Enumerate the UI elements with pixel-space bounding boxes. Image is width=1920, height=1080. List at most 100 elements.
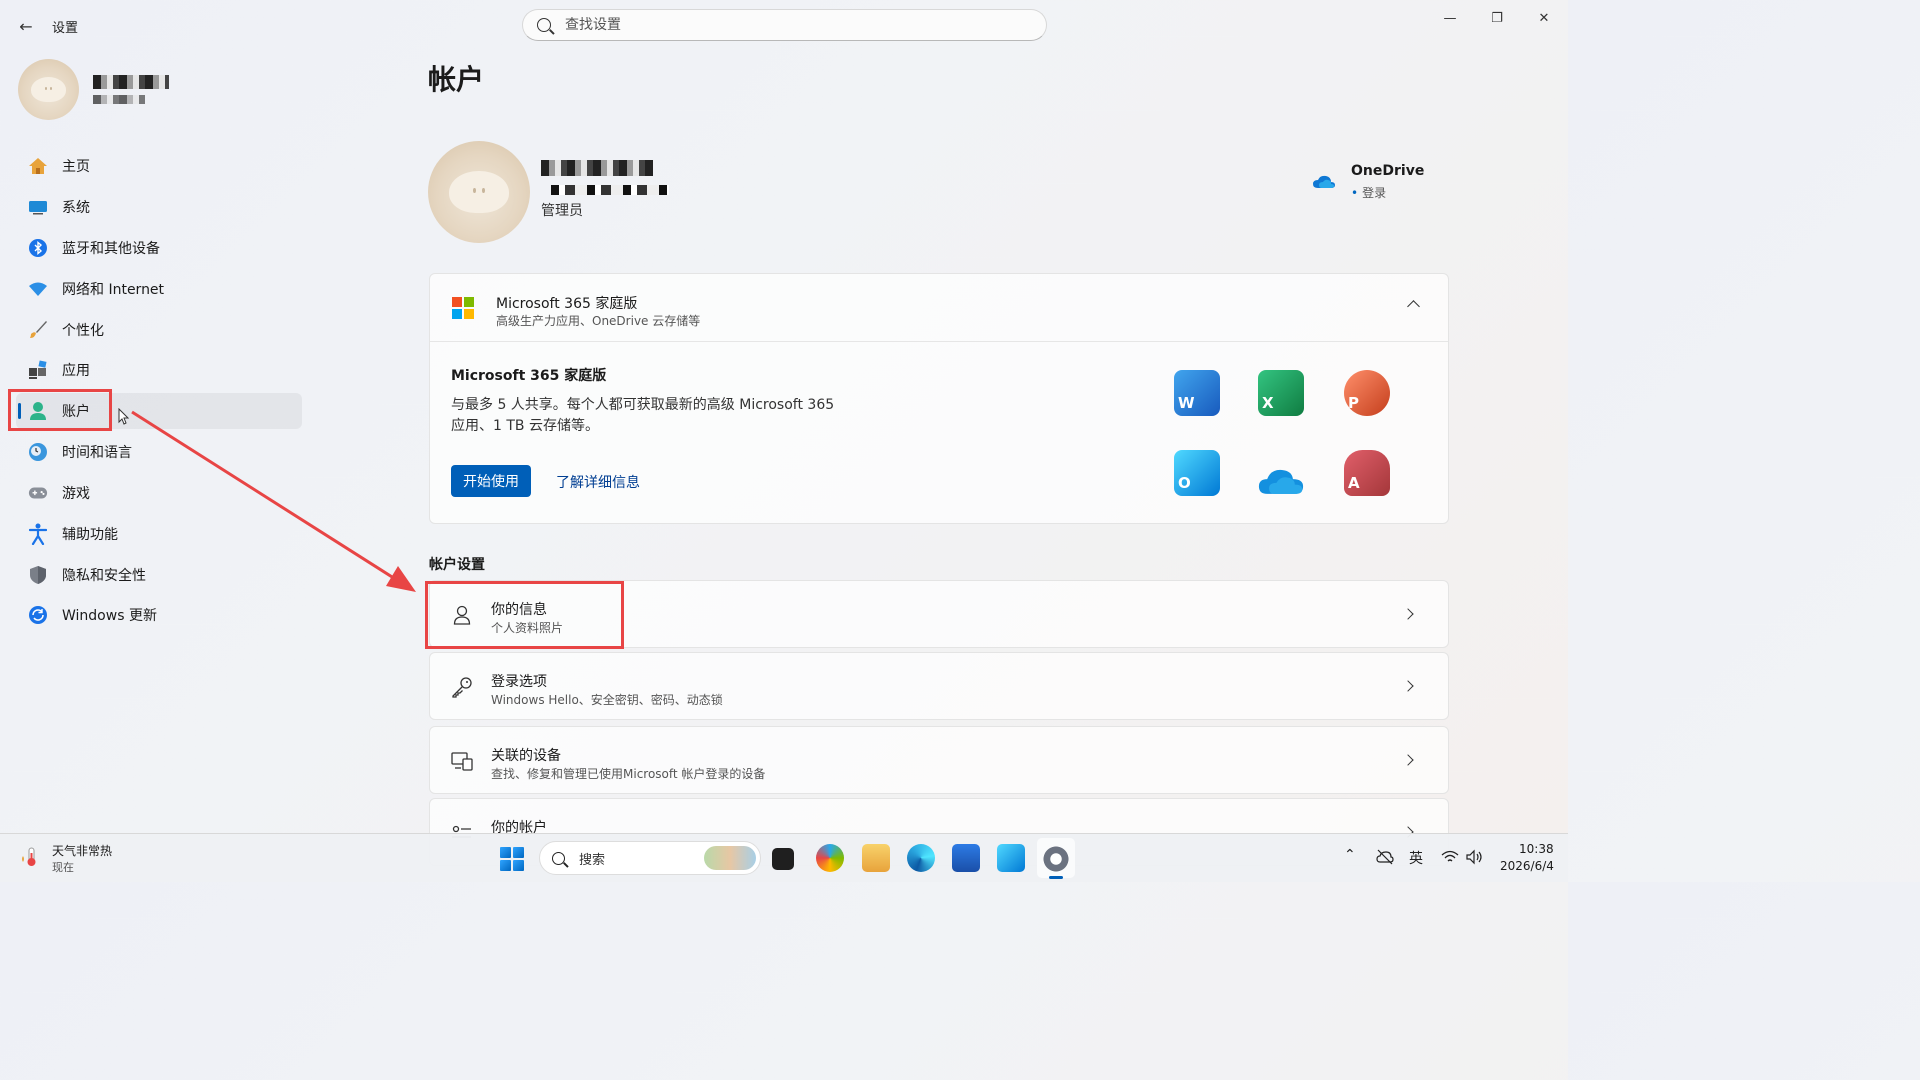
outlook-icon: O [1174, 450, 1220, 496]
sidebar-item-label: 隐私和安全性 [62, 568, 146, 584]
row-subtitle: 查找、修复和管理已使用Microsoft 帐户登录的设备 [491, 767, 766, 781]
sidebar-email-redacted [93, 95, 145, 104]
account-avatar[interactable] [428, 141, 530, 243]
minimize-button[interactable]: — [1430, 8, 1470, 28]
active-app-indicator [1049, 876, 1063, 879]
chevron-right-icon [1402, 680, 1414, 692]
sidebar-item-label: 时间和语言 [62, 445, 132, 461]
sidebar-item-label: 网络和 Internet [62, 282, 165, 298]
row-title: 关联的设备 [491, 748, 561, 764]
page-title: 帐户 [428, 63, 485, 96]
taskbar: 天气非常热 现在 搜索 ⌃ 英 10:38 2026/6/4 [0, 833, 1568, 882]
sidebar-item-system[interactable]: 系统 [16, 189, 302, 225]
monitor-icon [28, 197, 48, 217]
settings-gear-icon [1042, 845, 1070, 873]
microsoft-logo-icon [452, 297, 474, 319]
sidebar-item-accessibility[interactable]: 辅助功能 [16, 516, 302, 552]
sidebar-item-apps[interactable]: 应用 [16, 352, 302, 388]
thermometer-icon [22, 847, 36, 866]
search-input[interactable] [565, 17, 1005, 33]
volume-icon[interactable] [1466, 849, 1484, 865]
restore-button[interactable]: ❐ [1477, 8, 1517, 28]
row-linked-devices[interactable]: 关联的设备 查找、修复和管理已使用Microsoft 帐户登录的设备 [429, 726, 1449, 794]
clock-date[interactable]: 2026/6/4 [1500, 859, 1554, 873]
restore-icon: ❐ [1491, 10, 1503, 26]
section-label-account-settings: 帐户设置 [429, 557, 485, 573]
access-icon: A [1344, 450, 1390, 496]
sidebar-item-label: 系统 [62, 200, 90, 216]
sidebar-username-redacted [93, 75, 169, 89]
microsoft-store-icon[interactable] [952, 844, 980, 872]
home-icon [28, 156, 48, 176]
bluetooth-icon [28, 238, 48, 258]
m365-body-title: Microsoft 365 家庭版 [451, 368, 607, 384]
chevron-up-tray-icon[interactable]: ⌃ [1344, 847, 1356, 863]
sidebar-item-personalization[interactable]: 个性化 [16, 312, 302, 348]
close-icon: ✕ [1538, 10, 1550, 26]
search-icon [537, 18, 551, 32]
taskbar-search-placeholder: 搜索 [579, 852, 606, 868]
clock-globe-icon [28, 442, 48, 462]
onedrive-app-icon [1258, 469, 1304, 494]
start-windows-icon[interactable] [500, 847, 524, 871]
wifi-tray-icon[interactable] [1441, 850, 1459, 864]
onedrive-title: OneDrive [1351, 163, 1425, 179]
learn-more-link[interactable]: 了解详细信息 [556, 472, 640, 492]
chevron-up-icon[interactable] [1407, 300, 1420, 313]
sidebar-item-bluetooth[interactable]: 蓝牙和其他设备 [16, 230, 302, 266]
annotation-highlight-accounts [8, 389, 112, 431]
chevron-right-icon [1402, 608, 1414, 620]
row-title: 登录选项 [491, 674, 547, 690]
clock-time[interactable]: 10:38 [1519, 842, 1554, 856]
close-button[interactable]: ✕ [1524, 8, 1564, 28]
ime-indicator[interactable]: 英 [1409, 848, 1423, 868]
sidebar-item-label: Windows 更新 [62, 608, 157, 624]
onedrive-signin-link[interactable]: • 登录 [1351, 184, 1386, 201]
account-name-redacted [541, 160, 653, 176]
sidebar-item-label: 蓝牙和其他设备 [62, 241, 160, 257]
row-subtitle: Windows Hello、安全密钥、密码、动态锁 [491, 693, 723, 707]
gamepad-icon [28, 483, 48, 503]
weather-title[interactable]: 天气非常热 [52, 842, 112, 859]
key-icon [450, 675, 474, 699]
outlook-taskbar-icon[interactable] [997, 844, 1025, 872]
taskbar-search[interactable]: 搜索 [539, 841, 761, 875]
edge-browser-icon[interactable] [907, 844, 935, 872]
search-highlight-image [704, 846, 756, 870]
file-explorer-icon[interactable] [862, 844, 890, 872]
update-icon [28, 605, 48, 625]
excel-icon: X [1258, 370, 1304, 416]
shield-icon [28, 565, 48, 585]
bullet-icon: • [1351, 186, 1359, 200]
weather-subtitle: 现在 [52, 861, 74, 874]
sidebar-item-gaming[interactable]: 游戏 [16, 475, 302, 511]
sidebar-item-label: 辅助功能 [62, 527, 118, 543]
account-email-redacted [551, 185, 669, 195]
annotation-highlight-your-info [425, 581, 624, 649]
row-sign-in-options[interactable]: 登录选项 Windows Hello、安全密钥、密码、动态锁 [429, 652, 1449, 720]
sidebar-item-home[interactable]: 主页 [16, 148, 302, 184]
sidebar-item-windows-update[interactable]: Windows 更新 [16, 597, 302, 633]
mouse-cursor [118, 408, 130, 425]
settings-search[interactable] [522, 9, 1047, 41]
chevron-right-icon [1402, 754, 1414, 766]
get-started-button[interactable]: 开始使用 [451, 465, 531, 497]
task-view-icon[interactable] [772, 848, 794, 870]
m365-description: 与最多 5 人共享。每个人都可获取最新的高级 Microsoft 365 应用、… [451, 397, 835, 434]
wifi-icon [28, 279, 48, 299]
m365-header-title: Microsoft 365 家庭版 [496, 296, 638, 312]
devices-icon [450, 749, 474, 773]
sidebar-item-privacy[interactable]: 隐私和安全性 [16, 557, 302, 593]
microsoft-365-icon[interactable] [816, 844, 844, 872]
cloud-offline-icon[interactable] [1376, 849, 1394, 865]
sidebar-avatar[interactable] [18, 59, 79, 120]
sidebar-item-label: 主页 [62, 159, 90, 175]
m365-card-header[interactable]: Microsoft 365 家庭版 高级生产力应用、OneDrive 云存储等 [430, 274, 1448, 342]
minimize-icon: — [1443, 10, 1457, 26]
onedrive-status: 登录 [1362, 186, 1387, 200]
onedrive-cloud-icon [1313, 175, 1335, 188]
back-button[interactable]: ← [12, 12, 40, 40]
m365-header-subtitle: 高级生产力应用、OneDrive 云存储等 [496, 314, 701, 328]
sidebar-item-time-language[interactable]: 时间和语言 [16, 434, 302, 470]
sidebar-item-network[interactable]: 网络和 Internet [16, 271, 302, 307]
